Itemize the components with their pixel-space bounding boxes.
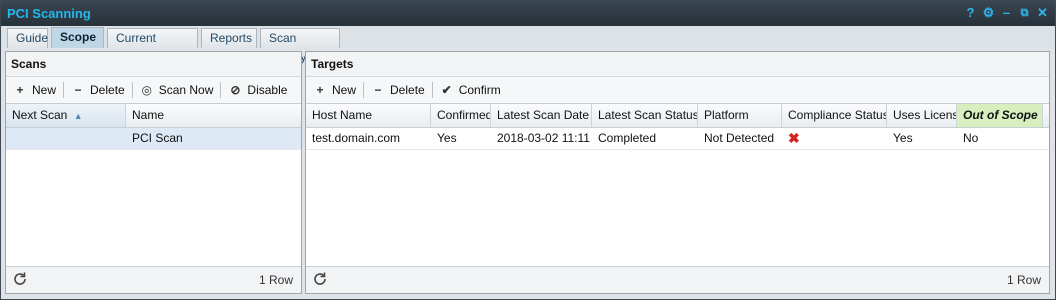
plus-icon: +	[16, 83, 24, 97]
plus-icon: +	[316, 83, 324, 97]
scans-toolbar: + New − Delete ◎ Scan Now ⊘ Disable	[6, 77, 301, 104]
latest-scan-date-cell: 2018-03-02 11:11	[497, 131, 590, 145]
tab-reports[interactable]: Reports	[201, 28, 257, 48]
refresh-icon[interactable]	[312, 271, 328, 287]
compliance-status-cell: ✖	[782, 128, 887, 149]
scans-row-count: 1 Row	[258, 273, 293, 287]
scans-new-button[interactable]: + New	[6, 79, 63, 101]
table-row[interactable]: test.domain.com Yes 2018-03-02 11:11 Com…	[306, 128, 1049, 150]
tab-current-activity[interactable]: Current Activity	[107, 28, 198, 64]
tab-guide[interactable]: Guide	[7, 28, 48, 48]
scans-delete-label: Delete	[90, 83, 125, 97]
restore-icon[interactable]: ⧉	[1018, 5, 1031, 21]
targets-footer: 1 Row	[306, 266, 1049, 293]
table-row[interactable]: PCI Scan	[6, 128, 301, 150]
minus-icon: −	[74, 83, 82, 97]
targets-delete-label: Delete	[390, 83, 425, 97]
uses-license-cell: Yes	[893, 131, 913, 145]
column-header-compliance-status[interactable]: Compliance Status	[782, 104, 887, 127]
targets-panel: Targets + New − Delete ✔ Confirm Host Na…	[305, 51, 1050, 294]
settings-gear-icon[interactable]: ⚙	[982, 5, 995, 21]
host-name-cell: test.domain.com	[312, 131, 401, 145]
targets-delete-button[interactable]: − Delete	[364, 79, 432, 101]
target-icon: ◎	[141, 83, 152, 97]
column-header-name[interactable]: Name	[126, 104, 301, 127]
scans-panel-title: Scans	[6, 52, 301, 77]
column-header-latest-scan-date[interactable]: Latest Scan Date	[491, 104, 592, 127]
scan-now-label: Scan Now	[158, 83, 214, 97]
column-header-uses-license[interactable]: Uses License	[887, 104, 957, 127]
next-scan-header-label: Next Scan	[12, 108, 68, 122]
targets-new-button[interactable]: + New	[306, 79, 363, 101]
confirmed-cell: Yes	[437, 131, 457, 145]
tab-scope[interactable]: Scope	[51, 27, 104, 48]
scan-name-cell: PCI Scan	[132, 131, 183, 145]
help-icon[interactable]: ?	[964, 5, 977, 21]
sort-ascending-icon: ▲	[73, 111, 83, 121]
column-header-out-of-scope[interactable]: Out of Scope	[957, 104, 1043, 127]
scans-panel: Scans + New − Delete ◎ Scan Now ⊘ Disabl…	[5, 51, 302, 294]
out-of-scope-cell: No	[963, 131, 979, 145]
minimize-icon[interactable]: –	[1000, 5, 1013, 21]
red-x-icon: ✖	[788, 130, 800, 146]
pci-scanning-window: PCI Scanning ? ⚙ – ⧉ ✕ Guide Scope Curre…	[0, 0, 1056, 300]
next-scan-cell	[6, 128, 126, 149]
scans-footer: 1 Row	[6, 266, 301, 293]
column-header-platform[interactable]: Platform	[698, 104, 782, 127]
tab-scan-history[interactable]: Scan History	[260, 28, 340, 64]
window-title: PCI Scanning	[7, 6, 91, 21]
column-header-host-name[interactable]: Host Name	[306, 104, 431, 127]
targets-grid-header: Host Name Confirmed Latest Scan Date Lat…	[306, 104, 1049, 128]
minus-icon: −	[374, 83, 382, 97]
scan-now-button[interactable]: ◎ Scan Now	[133, 79, 221, 101]
platform-cell: Not Detected	[704, 131, 775, 145]
title-bar: PCI Scanning ? ⚙ – ⧉ ✕	[1, 1, 1055, 26]
scans-grid-header: Next Scan ▲ Name	[6, 104, 301, 128]
confirm-label: Confirm	[458, 83, 501, 97]
checkmark-icon: ✔	[441, 83, 452, 97]
scans-delete-button[interactable]: − Delete	[64, 79, 132, 101]
prohibited-icon: ⊘	[230, 83, 241, 97]
targets-toolbar: + New − Delete ✔ Confirm	[306, 77, 1049, 104]
column-header-confirmed[interactable]: Confirmed	[431, 104, 491, 127]
disable-button[interactable]: ⊘ Disable	[221, 79, 294, 101]
refresh-icon[interactable]	[12, 271, 28, 287]
close-icon[interactable]: ✕	[1036, 5, 1049, 21]
tab-bar: Guide Scope Current Activity Reports Sca…	[1, 26, 1055, 64]
targets-row-count: 1 Row	[1006, 273, 1041, 287]
scans-new-label: New	[32, 83, 57, 97]
targets-panel-title: Targets	[306, 52, 1049, 77]
targets-new-label: New	[332, 83, 357, 97]
latest-scan-status-cell: Completed	[598, 131, 657, 145]
column-header-latest-scan-status[interactable]: Latest Scan Status	[592, 104, 698, 127]
disable-label: Disable	[247, 83, 288, 97]
confirm-button[interactable]: ✔ Confirm	[433, 79, 508, 101]
column-header-next-scan[interactable]: Next Scan ▲	[6, 104, 126, 127]
